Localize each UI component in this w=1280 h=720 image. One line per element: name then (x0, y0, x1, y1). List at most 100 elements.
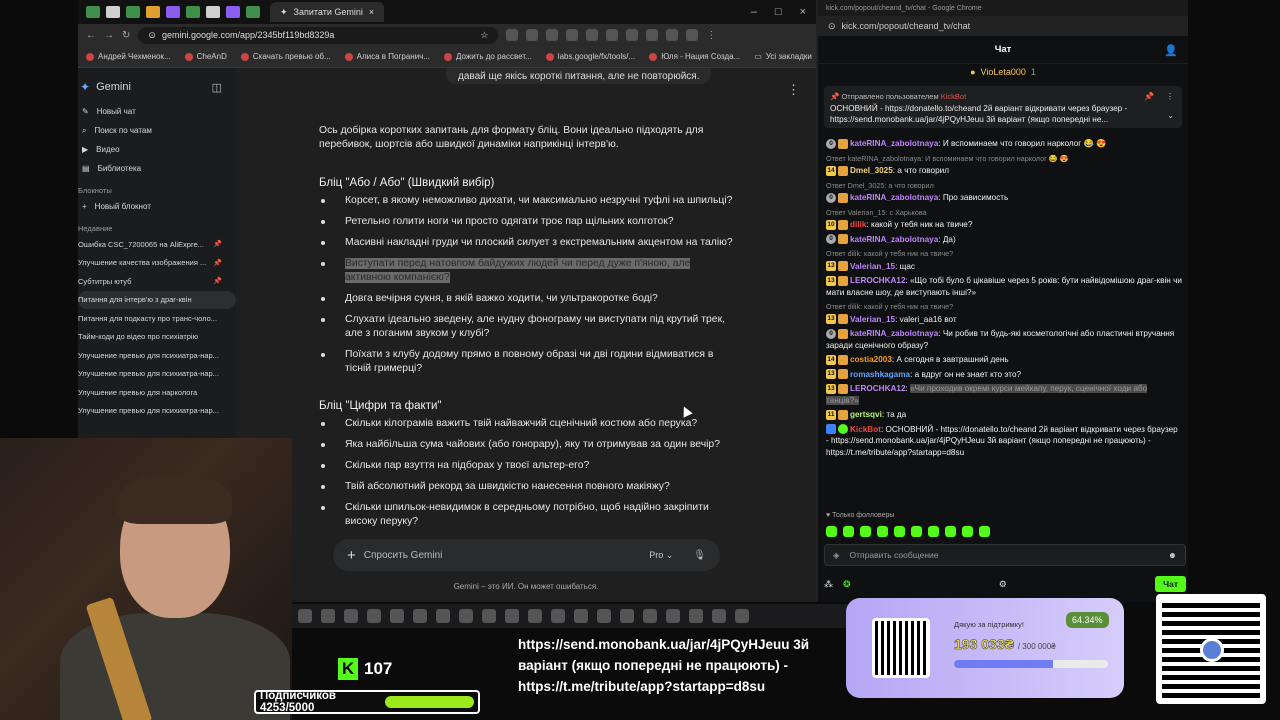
discord-icon[interactable] (643, 609, 657, 623)
app-icon[interactable] (505, 609, 519, 623)
chrome-icon[interactable] (321, 609, 335, 623)
emote-icon[interactable] (979, 526, 990, 537)
app-icon[interactable] (413, 609, 427, 623)
chat-message[interactable]: 13 Valerian_15: valeri_aa16 вот (826, 314, 1182, 326)
reply-context[interactable]: Ответ Valerian_15: с Харькова (826, 207, 1182, 219)
tab-favicon[interactable] (126, 6, 140, 18)
app-icon[interactable] (620, 609, 634, 623)
model-selector[interactable]: Pro ⌄ (649, 550, 673, 561)
chat-username[interactable]: romashkagama (850, 370, 910, 379)
emote-icon[interactable] (962, 526, 973, 537)
chat-username[interactable]: Valerian_15 (850, 315, 895, 324)
video-button[interactable]: ▶ Видео (78, 140, 236, 159)
kick-address-bar[interactable]: ⊙ kick.com/popout/cheand_tv/chat (818, 16, 1188, 36)
app-icon[interactable] (436, 609, 450, 623)
chat-message[interactable]: 14 Dmel_3025: а что говорил (826, 165, 1182, 177)
extension-icon[interactable] (686, 29, 699, 41)
community-icon[interactable]: ⁂ (824, 579, 833, 590)
app-icon[interactable] (597, 609, 611, 623)
reply-context[interactable]: Ответ dilik: какой у тебя ник на твиче? (826, 248, 1182, 260)
vlc-icon[interactable] (482, 609, 496, 623)
emote-icon[interactable] (826, 526, 837, 537)
chevron-down-icon[interactable]: ⌄ (1167, 110, 1174, 122)
bookmark-item[interactable]: Андрей Чехменок... (86, 52, 171, 61)
app-icon[interactable] (390, 609, 404, 623)
app-icon[interactable] (367, 609, 381, 623)
chat-username[interactable]: LEROCHKA12 (850, 384, 906, 393)
new-notebook-button[interactable]: + Новый блокнот (78, 197, 236, 216)
steam-icon[interactable] (666, 609, 680, 623)
site-info-icon[interactable]: ⊙ (148, 30, 156, 41)
extension-icon[interactable] (546, 29, 559, 41)
back-icon[interactable]: ← (86, 30, 96, 41)
bookmark-item[interactable]: Скачать превью об... (240, 52, 331, 61)
app-icon[interactable] (551, 609, 565, 623)
new-chat-button[interactable]: ✎ Новый чат (78, 102, 236, 121)
chat-message[interactable]: 14 costia2003: А сегодня в завтрашний ден… (826, 354, 1182, 366)
forward-icon[interactable]: → (104, 30, 114, 41)
app-icon[interactable] (712, 609, 726, 623)
chat-message[interactable]: KickBot: ОСНОВНИЙ - https://donatello.to… (826, 424, 1182, 459)
photoshop-icon[interactable] (344, 609, 358, 623)
reload-icon[interactable]: ↻ (122, 30, 130, 41)
recent-chat-item[interactable]: Тайм-коди до відео про психіатрію (78, 328, 236, 347)
chat-message[interactable]: 0 kateRINA_zabolotnaya: Да) (826, 234, 1182, 246)
app-icon[interactable] (528, 609, 542, 623)
extension-icon[interactable] (646, 29, 659, 41)
site-info-icon[interactable]: ⊙ (828, 21, 836, 32)
chat-message[interactable]: 0 kateRINA_zabolotnaya: Про зависимость (826, 192, 1182, 204)
chat-username[interactable]: kateRINA_zabolotnaya (850, 235, 938, 244)
extension-icon[interactable] (666, 29, 679, 41)
unpin-icon[interactable]: 📌 (1144, 91, 1154, 103)
emote-icon[interactable] (894, 526, 905, 537)
chat-message[interactable]: 13 LEROCHKA12: «Чи проходив окремі курси … (826, 383, 1182, 406)
kick-logo-icon[interactable]: ❂ (843, 579, 851, 590)
top-gifter[interactable]: ● VioLeta000 1 (818, 64, 1188, 80)
chat-message[interactable]: 13 Valerian_15: щас (826, 261, 1182, 273)
app-icon[interactable] (735, 609, 749, 623)
recent-chat-item[interactable]: Питання для подкасту про транс-чоло... (78, 309, 236, 328)
more-options-icon[interactable]: ⋮ (787, 82, 800, 98)
add-attachment-icon[interactable]: + (347, 547, 356, 564)
chat-message[interactable]: 0 kateRINA_zabolotnaya: И вспоминаем что … (826, 138, 1182, 150)
chat-message[interactable]: 13 LEROCHKA12: «Що тобі було б цікавіше ч… (826, 275, 1182, 298)
tab-favicon[interactable] (206, 6, 220, 18)
app-icon[interactable] (689, 609, 703, 623)
recent-chat-item-active[interactable]: Питання для інтерв'ю з драг-квін (78, 290, 236, 309)
recent-chat-item[interactable]: Улучшение превью для психиатра-нар... (78, 365, 236, 384)
list-item-selected[interactable]: Виступати перед натовпом байдужих людей … (319, 257, 739, 285)
close-tab-icon[interactable]: × (369, 7, 374, 17)
bookmark-item[interactable]: Алиса в Погранич... (344, 52, 430, 61)
tab-favicon[interactable] (166, 6, 180, 18)
more-icon[interactable]: ⋮ (1166, 91, 1174, 103)
emote-icon[interactable] (860, 526, 871, 537)
chat-username[interactable]: LEROCHKA12 (850, 276, 906, 285)
emoji-icon[interactable]: ☻ (1168, 550, 1177, 560)
microphone-icon[interactable]: 🎙 (693, 550, 706, 561)
settings-icon[interactable]: ⚙ (999, 579, 1007, 590)
reply-context[interactable]: Ответ dilik: какой у тебя ник на твиче? (826, 301, 1182, 313)
chat-username[interactable]: Valerian_15 (850, 262, 895, 271)
address-bar[interactable]: ⊙ gemini.google.com/app/2345bf119bd8329a… (138, 26, 499, 44)
recent-chat-item[interactable]: Субтитры ютуб 📌 (78, 272, 236, 291)
bookmark-item[interactable]: CheAnD (184, 52, 227, 61)
extension-icon[interactable] (626, 29, 639, 41)
prompt-input[interactable]: + Спросить Gemini Pro ⌄ 🎙 (333, 539, 720, 571)
chat-username[interactable]: Dmel_3025 (850, 166, 893, 175)
recent-chat-item[interactable]: Улучшение превью для нарколога (78, 383, 236, 402)
emote-icon[interactable] (928, 526, 939, 537)
emote-icon[interactable] (945, 526, 956, 537)
reply-context[interactable]: Ответ kateRINA_zabolotnaya: И вспоминаем… (826, 153, 1182, 165)
tab-favicon[interactable] (86, 6, 100, 18)
bookmark-item[interactable]: Юля - Нация Созда... (649, 52, 740, 61)
extension-icon[interactable] (586, 29, 599, 41)
tab-favicon[interactable] (246, 6, 260, 18)
all-bookmarks[interactable]: ▭ Усі закладки (754, 52, 812, 61)
chat-username[interactable]: kateRINA_zabolotnaya (850, 139, 938, 148)
tab-favicon[interactable] (106, 6, 120, 18)
tab-favicon[interactable] (146, 6, 160, 18)
chat-username[interactable]: kateRINA_zabolotnaya (850, 329, 938, 338)
library-button[interactable]: ▤ Библиотека (78, 159, 236, 178)
chat-username[interactable]: gertsqvi (850, 410, 882, 419)
app-icon[interactable] (459, 609, 473, 623)
